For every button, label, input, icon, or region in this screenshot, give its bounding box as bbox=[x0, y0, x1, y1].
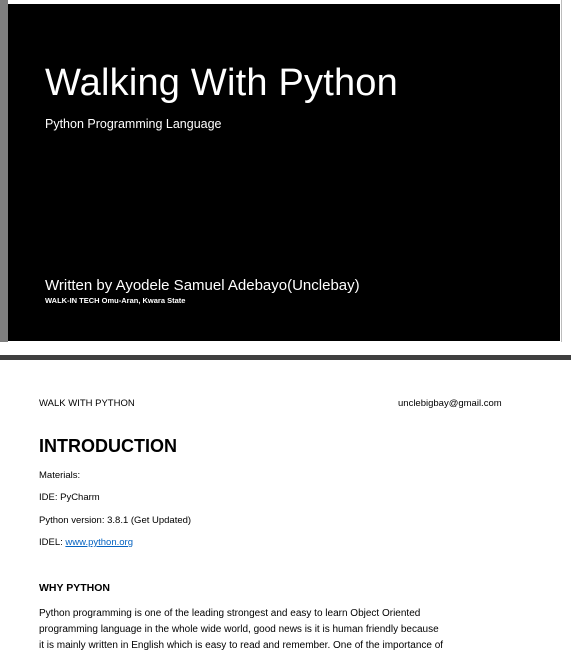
page-header-email: unclebigbay@gmail.com bbox=[398, 398, 502, 409]
introduction-heading: INTRODUCTION bbox=[39, 436, 177, 456]
materials-label: Materials: bbox=[39, 470, 81, 481]
document-viewer: Walking With Python Python Programming L… bbox=[0, 0, 571, 653]
paragraph-line: Python programming is one of the leading… bbox=[39, 608, 421, 619]
document-page: WALK WITH PYTHON unclebigbay@gmail.com I… bbox=[0, 360, 571, 653]
page-header-title: WALK WITH PYTHON bbox=[39, 398, 135, 409]
cover-organization: WALK-IN TECH Omu-Aran, Kwara State bbox=[45, 296, 186, 305]
python-version-line: Python version: 3.8.1 (Get Updated) bbox=[39, 515, 192, 526]
python-org-link[interactable]: www.python.org bbox=[65, 537, 133, 548]
cover-side-bar bbox=[0, 0, 8, 342]
idel-line: IDEL: www.python.org bbox=[39, 537, 133, 548]
idel-label: IDEL: bbox=[39, 537, 66, 548]
why-python-heading: WHY PYTHON bbox=[39, 582, 110, 594]
paragraph-line: programming language in the whole wide w… bbox=[39, 624, 439, 635]
cover-page: Walking With Python Python Programming L… bbox=[0, 0, 562, 342]
cover-author: Written by Ayodele Samuel Adebayo(Uncleb… bbox=[45, 277, 360, 294]
cover-title: Walking With Python bbox=[45, 62, 398, 104]
cover-subtitle: Python Programming Language bbox=[45, 117, 222, 131]
ide-line: IDE: PyCharm bbox=[39, 492, 100, 503]
page-gap bbox=[0, 342, 571, 356]
paragraph-line: it is mainly written in English which is… bbox=[39, 640, 444, 651]
